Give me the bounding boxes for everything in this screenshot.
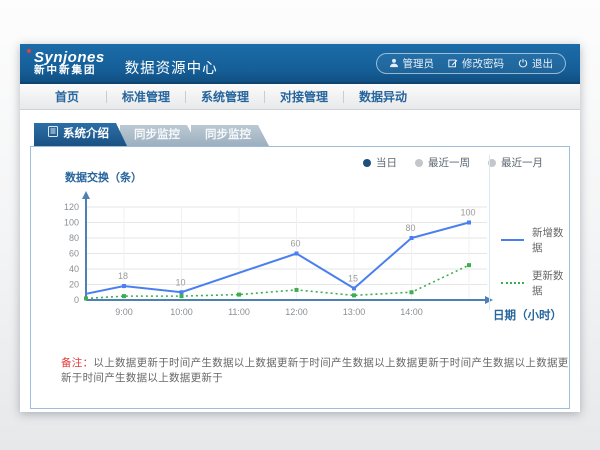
time-range-radio-group: 当日 最近一周 最近一月: [363, 155, 543, 170]
solid-line-icon: [501, 239, 524, 241]
svg-text:14:00: 14:00: [400, 307, 423, 317]
nav-item-system-management[interactable]: 系统管理: [186, 88, 264, 105]
current-user[interactable]: 管理员: [389, 56, 435, 71]
svg-text:100: 100: [460, 208, 475, 218]
svg-text:13:00: 13:00: [343, 307, 366, 317]
footnote-prefix: 备注：: [61, 357, 93, 369]
legend-label: 新增数据: [532, 225, 569, 255]
svg-text:0: 0: [74, 295, 79, 305]
radio-label: 当日: [376, 155, 397, 170]
tab-label: 同步监控: [205, 129, 251, 141]
content-area: 系统介绍 同步监控 同步监控 当日 最近一周: [20, 110, 580, 409]
logout-label: 退出: [532, 56, 553, 71]
logo-trademark-dot: [27, 49, 31, 53]
nav-item-data-change[interactable]: 数据异动: [344, 88, 422, 105]
radio-today[interactable]: 当日: [363, 155, 397, 170]
svg-text:12:00: 12:00: [285, 307, 308, 317]
nav-item-home[interactable]: 首页: [28, 88, 106, 105]
chart-panel: 当日 最近一周 最近一月 数据交换（条） 0204060801001209:00…: [30, 146, 570, 409]
svg-text:20: 20: [69, 280, 79, 290]
legend-item-new-data: 新增数据: [501, 225, 569, 255]
tab-system-intro[interactable]: 系统介绍: [34, 123, 127, 146]
logout-button[interactable]: 退出: [518, 56, 553, 71]
footnote-text: 以上数据更新于时间产生数据以上数据更新于时间产生数据以上数据更新于时间产生数据以…: [61, 357, 569, 384]
x-axis-title: 日期（小时）: [493, 307, 562, 323]
svg-text:80: 80: [69, 233, 79, 243]
radio-last-month[interactable]: 最近一月: [488, 155, 543, 170]
change-password-button[interactable]: 修改密码: [448, 56, 504, 71]
tab-sync-monitor-1[interactable]: 同步监控: [120, 125, 198, 146]
svg-text:80: 80: [405, 223, 415, 233]
current-user-label: 管理员: [403, 56, 435, 71]
radio-label: 最近一周: [428, 155, 470, 170]
chart-legend: 新增数据 更新数据: [501, 225, 569, 298]
svg-text:10:00: 10:00: [170, 307, 193, 317]
user-icon: [389, 58, 399, 68]
legend-label: 更新数据: [532, 268, 569, 298]
legend-divider: [489, 155, 490, 310]
tab-sync-monitor-2[interactable]: 同步监控: [191, 125, 269, 146]
edit-icon: [448, 58, 458, 68]
main-nav: 首页 标准管理 系统管理 对接管理 数据异动: [20, 84, 580, 110]
svg-text:11:00: 11:00: [228, 307, 250, 317]
radio-dot-icon: [363, 159, 371, 167]
logo-brand-text: Synjones: [34, 50, 105, 66]
tab-label: 同步监控: [134, 129, 180, 141]
legend-item-updated-data: 更新数据: [501, 268, 569, 298]
nav-item-standard-management[interactable]: 标准管理: [107, 88, 185, 105]
dotted-line-icon: [501, 282, 524, 284]
svg-text:18: 18: [118, 271, 128, 281]
nav-item-docking-management[interactable]: 对接管理: [265, 88, 343, 105]
radio-label: 最近一月: [501, 155, 543, 170]
line-chart: 0 20 40 60 80 100 120 9:00 10:00 11:00 12:00 13:00 1…: [41, 183, 497, 333]
header: Synjones 新中新集团 数据资源中心 管理员 修改密码 退出: [20, 44, 580, 84]
svg-text:60: 60: [290, 239, 300, 249]
document-icon: [48, 123, 58, 146]
radio-dot-icon: [415, 159, 423, 167]
svg-text:120: 120: [64, 202, 79, 212]
tab-bar: 系统介绍 同步监控 同步监控: [34, 123, 570, 146]
svg-text:10: 10: [175, 277, 185, 287]
svg-text:40: 40: [69, 264, 79, 274]
change-password-label: 修改密码: [462, 56, 504, 71]
svg-text:100: 100: [64, 218, 79, 228]
user-toolbar: 管理员 修改密码 退出: [376, 53, 567, 74]
svg-text:15: 15: [348, 273, 358, 283]
page-title: 数据资源中心: [125, 57, 218, 78]
app-window: Synjones 新中新集团 数据资源中心 管理员 修改密码 退出: [20, 44, 580, 412]
power-icon: [518, 58, 528, 68]
svg-text:9:00: 9:00: [115, 307, 133, 317]
company-logo: Synjones 新中新集团: [34, 50, 105, 77]
tab-label: 系统介绍: [63, 123, 109, 146]
logo-company-name: 新中新集团: [34, 65, 105, 76]
radio-last-week[interactable]: 最近一周: [415, 155, 470, 170]
footnote: 备注：以上数据更新于时间产生数据以上数据更新于时间产生数据以上数据更新于时间产生…: [61, 355, 569, 385]
svg-text:60: 60: [69, 249, 79, 259]
